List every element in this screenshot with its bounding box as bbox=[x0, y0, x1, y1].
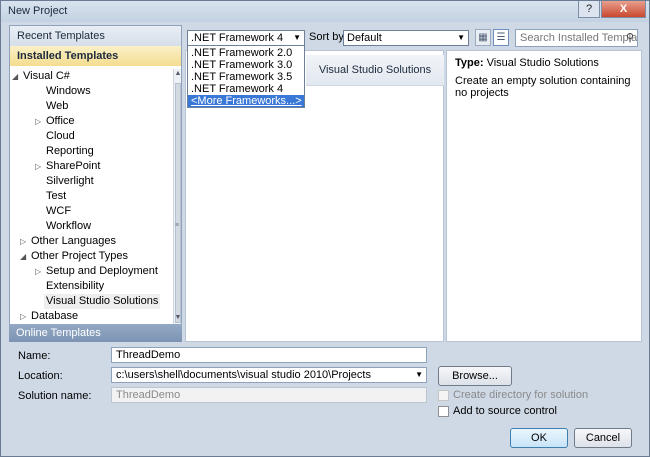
tree-item-label: Setup and Deployment bbox=[46, 265, 158, 277]
tree-item-other-project-types[interactable]: ◢ Other Project Types bbox=[20, 249, 129, 264]
search-icon[interactable]: ⚲ bbox=[626, 30, 634, 46]
tree-item-visual-studio-solutions[interactable]: Visual Studio Solutions bbox=[44, 294, 161, 309]
location-value: c:\users\shell\documents\visual studio 2… bbox=[116, 369, 371, 381]
tree-item-workflow[interactable]: Workflow bbox=[46, 219, 91, 234]
dropdown-arrow-icon: ▼ bbox=[457, 33, 465, 42]
cancel-button[interactable]: Cancel bbox=[574, 428, 632, 448]
scrollbar-thumb[interactable] bbox=[175, 83, 181, 323]
template-details-pane: Type: Visual Studio Solutions Create an … bbox=[446, 50, 642, 342]
online-templates-header[interactable]: Online Templates bbox=[9, 324, 182, 342]
sort-select[interactable]: Default ▼ bbox=[343, 30, 469, 46]
list-view-icon: ☰ bbox=[496, 32, 506, 43]
template-description: Create an empty solution containing no p… bbox=[455, 75, 631, 99]
tree-item-setup-deployment[interactable]: ▷ Setup and Deployment bbox=[35, 264, 158, 279]
tree-item-label: SharePoint bbox=[46, 160, 101, 172]
framework-option[interactable]: .NET Framework 3.0 bbox=[188, 59, 304, 71]
tree-item-windows[interactable]: Windows bbox=[46, 84, 91, 99]
small-icons-icon: ▦ bbox=[478, 32, 488, 43]
add-source-control-checkbox[interactable] bbox=[438, 405, 449, 417]
type-value: Visual Studio Solutions bbox=[486, 57, 599, 69]
framework-select[interactable]: .NET Framework 4 ▼ bbox=[187, 30, 305, 46]
tree-item-database[interactable]: ▷ Database bbox=[20, 309, 79, 324]
tree-item-cloud[interactable]: Cloud bbox=[46, 129, 75, 144]
help-button[interactable]: ? bbox=[578, 1, 600, 18]
framework-option[interactable]: .NET Framework 2.0 bbox=[188, 47, 304, 59]
small-icons-view-button[interactable]: ▦ bbox=[475, 29, 491, 46]
tree-item-other-languages[interactable]: ▷ Other Languages bbox=[20, 234, 117, 249]
framework-option[interactable]: .NET Framework 4 bbox=[188, 83, 304, 95]
collapsed-arrow-icon[interactable]: ▷ bbox=[20, 234, 26, 249]
sort-select-value: Default bbox=[347, 32, 382, 44]
tree-item-wcf[interactable]: WCF bbox=[46, 204, 71, 219]
installed-templates-header[interactable]: Installed Templates bbox=[10, 46, 181, 66]
browse-button[interactable]: Browse... bbox=[438, 366, 512, 386]
collapsed-arrow-icon[interactable]: ▷ bbox=[20, 309, 26, 324]
collapsed-arrow-icon[interactable]: ▷ bbox=[35, 264, 41, 279]
scroll-down-icon[interactable]: ▼ bbox=[174, 314, 181, 321]
location-label: Location: bbox=[18, 370, 63, 382]
sort-by-label: Sort by: bbox=[309, 31, 347, 43]
grip-icon: ≡ bbox=[175, 222, 180, 229]
tree-item-silverlight[interactable]: Silverlight bbox=[46, 174, 94, 189]
close-button[interactable]: X bbox=[601, 1, 646, 18]
type-line: Type: Visual Studio Solutions bbox=[455, 57, 633, 69]
new-project-dialog: New Project ? X Recent Templates Install… bbox=[0, 0, 650, 457]
create-directory-option[interactable]: Create directory for solution bbox=[438, 388, 588, 402]
tree-item-label: Database bbox=[31, 310, 79, 322]
dropdown-arrow-icon: ▼ bbox=[293, 33, 301, 42]
name-label: Name: bbox=[18, 350, 51, 362]
list-view-button[interactable]: ☰ bbox=[493, 29, 509, 46]
dropdown-arrow-icon[interactable]: ▼ bbox=[415, 368, 423, 382]
search-placeholder: Search Installed Templat bbox=[520, 32, 638, 44]
tree-item-web[interactable]: Web bbox=[46, 99, 68, 114]
window-title: New Project bbox=[8, 5, 68, 17]
template-categories-pane: Recent Templates Installed Templates ◢ Vi… bbox=[9, 25, 182, 325]
tree-item-sharepoint[interactable]: ▷ SharePoint bbox=[35, 159, 101, 174]
solution-name-label: Solution name: bbox=[18, 390, 92, 402]
expanded-arrow-icon[interactable]: ◢ bbox=[20, 249, 26, 264]
location-field[interactable]: c:\users\shell\documents\visual studio 2… bbox=[111, 367, 427, 383]
recent-templates-header[interactable]: Recent Templates bbox=[10, 26, 181, 46]
name-field[interactable]: ThreadDemo bbox=[111, 347, 427, 363]
framework-select-value: .NET Framework 4 bbox=[191, 32, 284, 44]
tree-item-test[interactable]: Test bbox=[46, 189, 66, 204]
tree-item-office[interactable]: ▷ Office bbox=[35, 114, 75, 129]
tree-item-reporting[interactable]: Reporting bbox=[46, 144, 94, 159]
ok-button[interactable]: OK bbox=[510, 428, 568, 448]
add-source-control-label: Add to source control bbox=[453, 405, 557, 417]
more-frameworks-link[interactable]: <More Frameworks...> bbox=[188, 95, 304, 107]
tree-item-label: Other Languages bbox=[31, 235, 117, 247]
collapsed-arrow-icon[interactable]: ▷ bbox=[35, 114, 41, 129]
tree-item-extensibility[interactable]: Extensibility bbox=[46, 279, 104, 294]
framework-dropdown-list: .NET Framework 2.0 .NET Framework 3.0 .N… bbox=[187, 45, 305, 108]
add-source-control-option[interactable]: Add to source control bbox=[438, 404, 557, 418]
tree-item-label: Office bbox=[46, 115, 75, 127]
search-installed-templates-input[interactable]: Search Installed Templat ⚲ bbox=[515, 29, 638, 47]
expanded-arrow-icon[interactable]: ◢ bbox=[12, 69, 18, 84]
collapsed-arrow-icon[interactable]: ▷ bbox=[35, 159, 41, 174]
template-item-visual-studio-solutions[interactable]: Visual Studio Solutions bbox=[306, 55, 444, 86]
type-label: Type: bbox=[455, 57, 484, 69]
tree-scrollbar[interactable]: ▲ ≡ ▼ bbox=[173, 69, 181, 324]
create-directory-label: Create directory for solution bbox=[453, 389, 589, 401]
create-directory-checkbox[interactable] bbox=[438, 389, 449, 401]
tree-item-label: Visual C# bbox=[23, 70, 70, 82]
solution-name-field[interactable]: ThreadDemo bbox=[111, 387, 427, 403]
tree-item-visual-csharp[interactable]: ◢ Visual C# bbox=[12, 69, 70, 84]
framework-option[interactable]: .NET Framework 3.5 bbox=[188, 71, 304, 83]
scroll-up-icon[interactable]: ▲ bbox=[174, 70, 181, 77]
title-bar: New Project ? X bbox=[1, 1, 649, 22]
tree-item-label: Other Project Types bbox=[31, 250, 129, 262]
